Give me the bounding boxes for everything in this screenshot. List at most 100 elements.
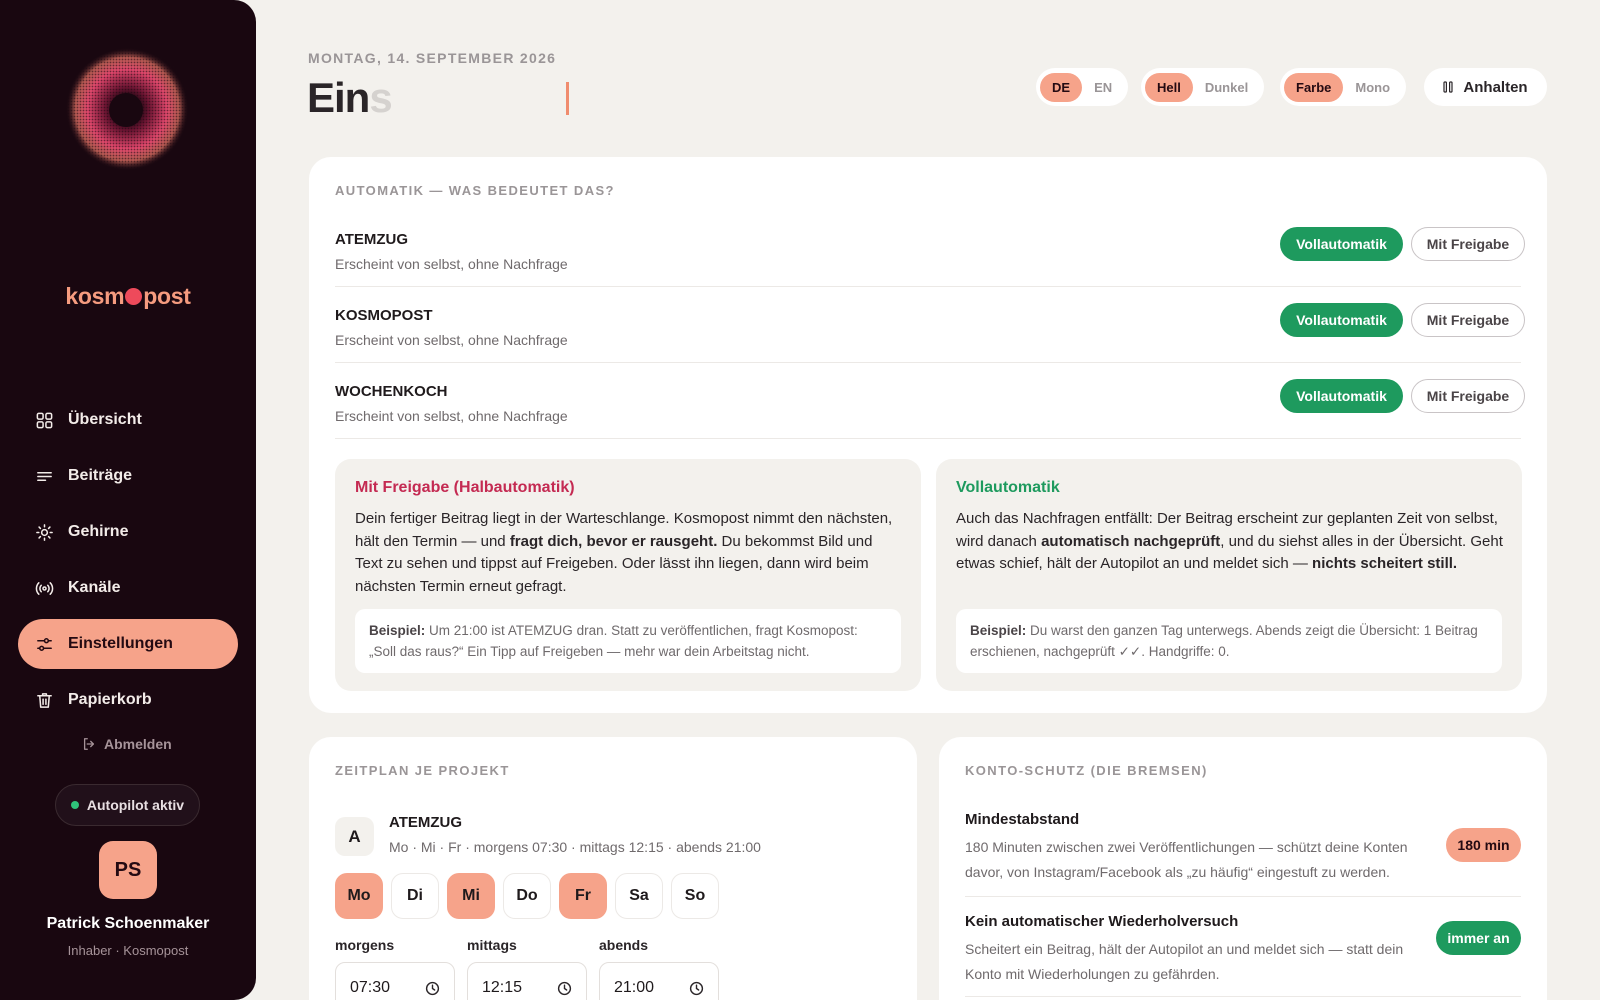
sidebar-item-label: Übersicht <box>68 411 142 428</box>
rule-mindestabstand: Mindestabstand 180 Minuten zwischen zwei… <box>965 811 1521 897</box>
project-name: ATEMZUG <box>335 231 409 248</box>
example-box: Beispiel: Du warst den ganzen Tag unterw… <box>956 609 1502 673</box>
pause-button[interactable]: Anhalten <box>1424 68 1547 106</box>
sidebar-item-label: Gehirne <box>68 523 129 540</box>
mit-freigabe-button[interactable]: Mit Freigabe <box>1411 227 1525 261</box>
sidebar-item-kanaele[interactable]: Kanäle <box>18 563 238 613</box>
sidebar-item-uebersicht[interactable]: Übersicht <box>18 395 238 445</box>
typing-cursor <box>566 82 569 115</box>
user-role: Inhaber · Kosmopost <box>67 943 189 958</box>
rule-kein-wiederholversuch: Kein automatischer Wiederholversuch Sche… <box>965 913 1521 997</box>
broadcast-icon <box>35 581 54 595</box>
color-toggle: Farbe Mono <box>1280 68 1407 106</box>
page-title-ghost: s <box>369 74 392 121</box>
mit-freigabe-button[interactable]: Mit Freigabe <box>1411 379 1525 413</box>
brand-orb-graphic <box>65 47 189 171</box>
example-label: Beispiel: <box>369 623 426 638</box>
sidebar-item-beitraege[interactable]: Beiträge <box>18 451 238 501</box>
language-toggle: DE EN <box>1036 68 1129 106</box>
project-name: KOSMOPOST <box>335 307 433 324</box>
lang-option-en[interactable]: EN <box>1082 73 1124 102</box>
day-toggle-sa[interactable]: Sa <box>615 873 663 919</box>
autopilot-label: Autopilot aktiv <box>86 797 185 813</box>
theme-option-dunkel[interactable]: Dunkel <box>1193 73 1260 102</box>
avatar[interactable]: PS <box>99 841 157 899</box>
sidebar-item-label: Beiträge <box>68 467 133 484</box>
explainer-text: Auch das Nachfragen entfällt: Der Beitra… <box>956 508 1504 576</box>
page-title: Eins <box>307 74 393 122</box>
example-box: Beispiel: Um 21:00 ist ATEMZUG dran. Sta… <box>355 609 901 673</box>
brand-dot-icon <box>125 288 143 305</box>
day-toggle-fr[interactable]: Fr <box>559 873 607 919</box>
time-input-mittags[interactable]: 12:15 <box>467 962 587 1000</box>
time-label-mittags: mittags <box>467 937 517 953</box>
example-label: Beispiel: <box>970 623 1027 638</box>
lines-icon <box>37 471 52 481</box>
vollautomatik-button[interactable]: Vollautomatik <box>1280 227 1403 261</box>
clock-icon <box>425 981 440 995</box>
lang-option-de[interactable]: DE <box>1040 72 1083 102</box>
brand-logo: kosm post <box>0 283 256 310</box>
time-value: 12:15 <box>482 979 523 996</box>
mit-freigabe-button[interactable]: Mit Freigabe <box>1411 303 1525 337</box>
color-option-farbe[interactable]: Farbe <box>1284 72 1344 102</box>
day-toggle-mi[interactable]: Mi <box>447 873 495 919</box>
sidebar-item-gehirne[interactable]: Gehirne <box>18 507 238 557</box>
time-input-abends[interactable]: 21:00 <box>599 962 719 1000</box>
time-label-morgens: morgens <box>335 937 395 953</box>
time-label-abends: abends <box>599 937 649 953</box>
konto-schutz-card: KONTO-SCHUTZ (DIE BREMSEN) Mindestabstan… <box>939 737 1547 1000</box>
project-mode-desc: Erscheint von selbst, ohne Nachfrage <box>335 332 568 348</box>
example-text: Um 21:00 ist ATEMZUG dran. Statt zu verö… <box>369 623 858 659</box>
project-schedule-summary: Mo · Mi · Fr · morgens 07:30 · mittags 1… <box>389 839 761 855</box>
page-title-typed: Ein <box>307 74 370 121</box>
page-date: MONTAG, 14. SEPTEMBER 2026 <box>308 50 557 66</box>
theme-toggle: Hell Dunkel <box>1141 68 1265 106</box>
clock-icon <box>557 981 572 995</box>
automation-row-atemzug: ATEMZUG Erscheint von selbst, ohne Nachf… <box>335 211 1525 287</box>
konto-schutz-heading: KONTO-SCHUTZ (DIE BREMSEN) <box>965 763 1208 778</box>
time-input-morgens[interactable]: 07:30 <box>335 962 455 1000</box>
vollautomatik-button[interactable]: Vollautomatik <box>1280 303 1403 337</box>
day-toggle-di[interactable]: Di <box>391 873 439 919</box>
sun-icon <box>36 523 53 541</box>
brand-text-right: post <box>143 283 191 309</box>
sidebar-item-papierkorb[interactable]: Papierkorb <box>18 675 238 725</box>
zeitplan-heading: ZEITPLAN JE PROJEKT <box>335 763 510 778</box>
weekday-selector: Mo Di Mi Do Fr Sa So <box>335 873 719 919</box>
pause-icon <box>1443 81 1454 93</box>
explainer-text-bold: automatisch nachgeprüft <box>1041 532 1221 550</box>
project-badge: A <box>335 817 374 856</box>
wiederholversuch-status-badge[interactable]: immer an <box>1436 921 1521 955</box>
sidebar-item-label: Einstellungen <box>68 635 173 652</box>
grid-icon <box>36 412 53 428</box>
rule-desc: Scheitert ein Beitrag, hält der Autopilo… <box>965 941 1404 982</box>
logout-link[interactable]: Abmelden <box>82 736 172 752</box>
day-toggle-so[interactable]: So <box>671 873 719 919</box>
automatik-heading: AUTOMATIK — WAS BEDEUTET DAS? <box>335 183 615 198</box>
theme-option-hell[interactable]: Hell <box>1145 72 1193 102</box>
day-toggle-mo[interactable]: Mo <box>335 873 383 919</box>
sidebar-nav: Übersicht Beiträge Gehirne Kanäle Einste… <box>18 395 238 731</box>
rule-name: Mindestabstand <box>965 811 1080 828</box>
automation-row-kosmopost: KOSMOPOST Erscheint von selbst, ohne Nac… <box>335 287 1525 363</box>
mindestabstand-value-badge[interactable]: 180 min <box>1446 828 1521 862</box>
autopilot-status-badge[interactable]: Autopilot aktiv <box>55 784 200 826</box>
explainer-title: Vollautomatik <box>956 479 1060 496</box>
day-toggle-do[interactable]: Do <box>503 873 551 919</box>
explainer-text: Dein fertiger Beitrag liegt in der Warte… <box>355 508 903 598</box>
logout-label: Abmelden <box>104 736 172 752</box>
explainer-text-bold: fragt dich, bevor er rausgeht. <box>509 532 718 550</box>
vollautomatik-button[interactable]: Vollautomatik <box>1280 379 1403 413</box>
automatik-card: AUTOMATIK — WAS BEDEUTET DAS? ATEMZUG Er… <box>309 157 1547 713</box>
clock-icon <box>689 981 704 995</box>
vollautomatik-explainer: Vollautomatik Auch das Nachfragen entfäl… <box>936 459 1522 691</box>
rule-name: Kein automatischer Wiederholversuch <box>965 913 1239 930</box>
color-option-mono[interactable]: Mono <box>1343 73 1402 102</box>
rule-desc: 180 Minuten zwischen zwei Veröffentlichu… <box>965 839 1408 880</box>
time-value: 21:00 <box>614 979 655 996</box>
logout-icon <box>83 738 95 750</box>
sidebar-item-einstellungen[interactable]: Einstellungen <box>18 619 238 669</box>
project-mode-desc: Erscheint von selbst, ohne Nachfrage <box>335 256 568 272</box>
explainer-title: Mit Freigabe (Halbautomatik) <box>355 479 575 496</box>
